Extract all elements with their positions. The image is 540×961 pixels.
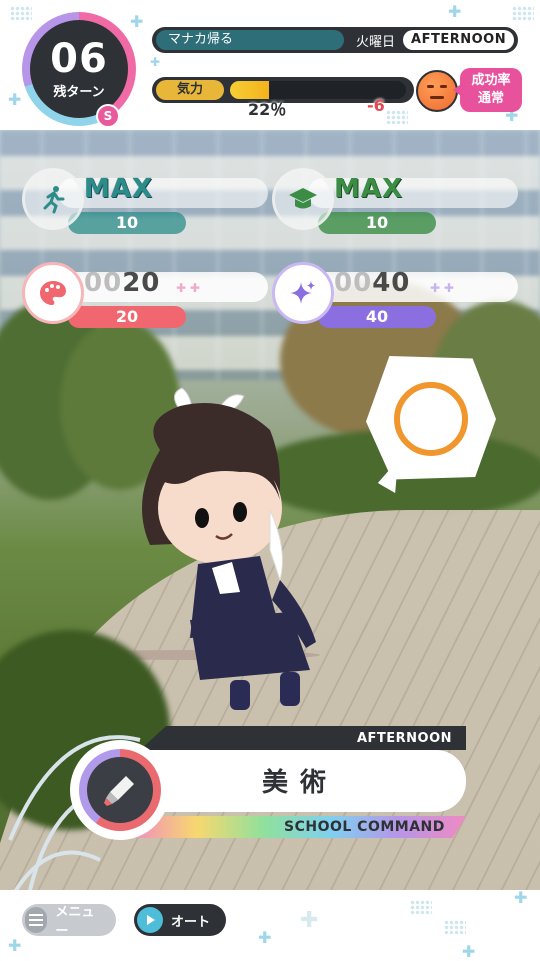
dot-decoration <box>410 900 432 914</box>
auto-button-label: オート <box>171 914 211 930</box>
command-label[interactable]: 美術 <box>262 762 338 799</box>
stat-athletic-value: MAX <box>84 174 154 204</box>
dot-decoration <box>386 110 408 124</box>
stat-art-sub: 20 <box>68 306 186 328</box>
stat-study: 10 MAX <box>272 168 522 238</box>
auto-button[interactable]: オート <box>134 904 226 936</box>
stat-athletic-badge <box>22 168 84 230</box>
sparkle-decoration: ✚ ✚ <box>430 281 454 295</box>
sparkle-decoration: ✚ <box>514 888 528 907</box>
sparkle-decoration: ✚ <box>462 942 476 961</box>
running-person-icon <box>43 186 65 214</box>
success-rate-value: 通常 <box>477 91 504 106</box>
command-footer-text: SCHOOL COMMAND <box>284 819 445 835</box>
stat-athletic-sub: 10 <box>68 212 186 234</box>
command-time-tab: AFTERNOON <box>140 726 466 750</box>
sparkle-decoration: ✚ <box>300 908 319 933</box>
speech-bubble <box>366 356 496 480</box>
energy-percent: 22％ <box>248 100 287 119</box>
sparkle-decoration: ✚ <box>258 928 272 947</box>
rank-badge: S <box>96 104 120 128</box>
sparkle-decoration: ✚ <box>8 936 22 955</box>
success-rate-badge: 成功率 通常 <box>453 68 522 112</box>
chibi-character[interactable] <box>120 380 340 720</box>
stat-charm-badge <box>272 262 334 324</box>
turns-remaining-dial: 06 残ターン <box>22 12 136 126</box>
play-icon <box>137 907 163 933</box>
stat-art-badge <box>22 262 84 324</box>
stat-study-sub: 10 <box>318 212 436 234</box>
mood-face-icon <box>416 70 458 112</box>
stat-charm-sub: 40 <box>318 306 436 328</box>
stat-charm: 40 0040 <box>272 262 522 332</box>
menu-button-label: メニュー <box>55 905 95 939</box>
dot-decoration <box>10 6 32 20</box>
stat-art-value: 0020 <box>84 268 161 298</box>
command-icon-badge[interactable] <box>74 744 166 836</box>
weekday-label: 火曜日 <box>356 34 396 50</box>
circle-mark-icon <box>394 382 468 456</box>
turns-remaining-number: 06 <box>50 35 108 82</box>
stat-study-value: MAX <box>334 174 404 204</box>
graduation-cap-icon <box>289 188 317 209</box>
sparkle-icon <box>290 281 315 304</box>
energy-change: -6 <box>367 96 385 115</box>
turns-remaining-label: 残ターン <box>53 84 105 100</box>
event-name: マナカ帰る <box>156 30 344 50</box>
dot-decoration <box>444 920 466 934</box>
stat-athletic: 10 MAX <box>22 168 272 238</box>
sparkle-decoration: ✚ <box>150 55 161 69</box>
energy-label: 気力 <box>156 80 224 100</box>
sparkle-decoration: ✚ <box>448 2 462 21</box>
sparkle-decoration: ✚ <box>130 12 144 31</box>
sparkle-decoration: ✚ ✚ <box>176 281 200 295</box>
time-of-day-pill: AFTERNOON <box>403 30 515 50</box>
menu-icon <box>25 907 48 933</box>
success-rate-title: 成功率 <box>471 73 511 88</box>
stat-study-badge <box>272 168 334 230</box>
dot-decoration <box>512 6 534 20</box>
event-bar: マナカ帰る 火曜日 AFTERNOON <box>152 27 518 53</box>
menu-button[interactable]: メニュー <box>22 904 116 939</box>
sparkle-decoration: ✚ <box>8 90 22 109</box>
palette-icon <box>40 281 66 305</box>
stat-charm-value: 0040 <box>334 268 411 298</box>
stat-art: 20 0020 <box>22 262 272 332</box>
paint-tube-icon <box>104 776 134 806</box>
